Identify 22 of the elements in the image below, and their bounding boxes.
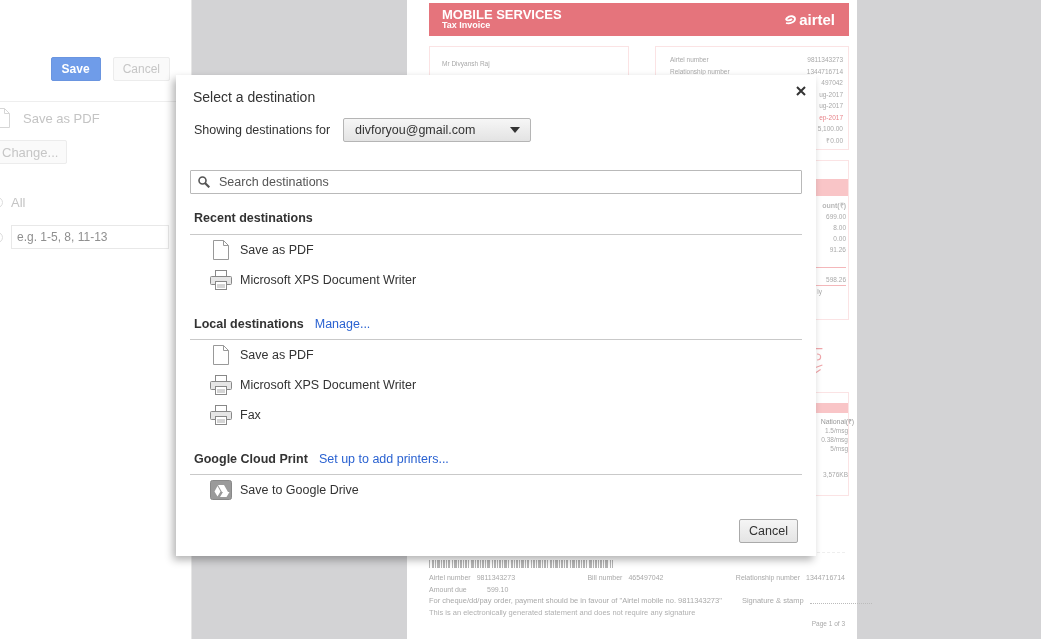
- dialog-title: Select a destination: [192, 88, 317, 106]
- destination-name: Save as PDF: [23, 110, 100, 126]
- account-label: Showing destinations for: [194, 123, 332, 137]
- destination-item[interactable]: Save as PDF: [190, 340, 802, 370]
- account-dropdown[interactable]: divforyou@gmail.com: [343, 118, 531, 142]
- destination-item[interactable]: Save to Google Drive: [190, 475, 802, 505]
- pages-field[interactable]: e.g. 1-5, 8, 11-13: [11, 225, 169, 249]
- radio-label: All: [11, 194, 26, 210]
- cancel-button[interactable]: Cancel: [739, 519, 798, 543]
- brand-name: airtel: [799, 11, 835, 28]
- destination-item[interactable]: Microsoft XPS Document Writer: [190, 370, 802, 400]
- destination-item[interactable]: Microsoft XPS Document Writer: [190, 265, 802, 295]
- section-title: Local destinations: [194, 316, 304, 332]
- search-field[interactable]: Search destinations: [190, 170, 802, 194]
- section-title: Recent destinations: [194, 210, 313, 226]
- destination-item[interactable]: Save as PDF: [190, 235, 802, 265]
- invoice-title: MOBILE SERVICES: [442, 9, 562, 20]
- section-title: Google Cloud Print: [194, 451, 308, 467]
- section-link[interactable]: Set up to add printers...: [318, 451, 449, 467]
- invoice-subtitle: Tax Invoice: [442, 19, 492, 30]
- section-link[interactable]: Manage...: [314, 316, 371, 332]
- destination-item[interactable]: Fax: [190, 400, 802, 430]
